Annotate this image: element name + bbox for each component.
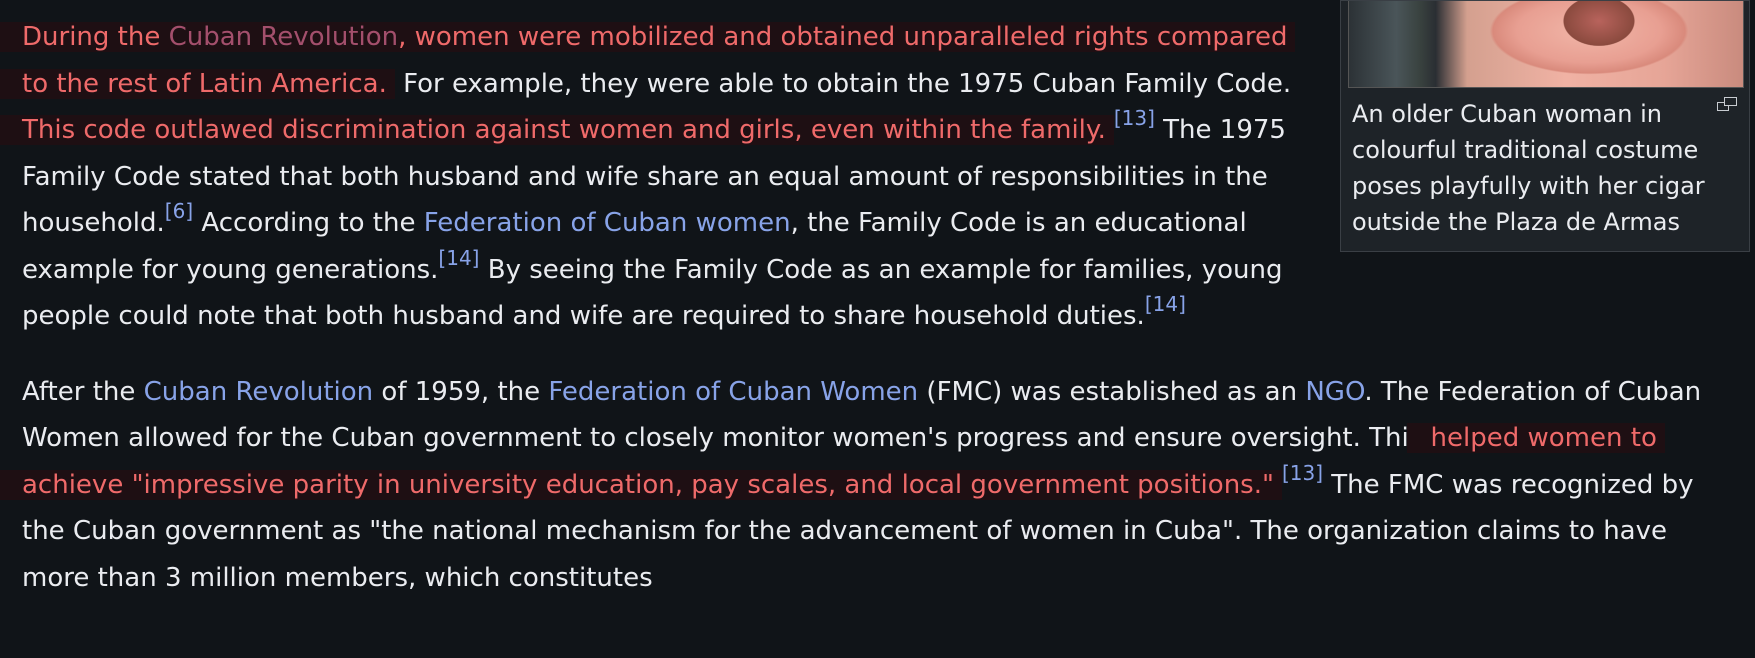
cuban-revolution-link-2[interactable]: Cuban Revolution: [144, 377, 374, 407]
ngo-link[interactable]: NGO: [1305, 377, 1364, 407]
citation-14: [14]: [438, 246, 479, 270]
p1-text-2: For example, they were able to obtain th…: [394, 68, 1292, 99]
citation-13b-link[interactable]: [13]: [1282, 461, 1323, 485]
federation-of-cuban-women-link[interactable]: Federation of Cuban women: [424, 208, 791, 238]
citation-13: [13]: [1114, 106, 1155, 130]
p1-text-3: This code outlawed discrimination agains…: [22, 115, 1106, 145]
thumbnail-figure: An older Cuban woman in colourful tradit…: [1340, 0, 1750, 252]
citation-6-link[interactable]: [6]: [165, 199, 193, 223]
p2-text-2: of 1959, the: [373, 376, 549, 407]
citation-13b: [13]: [1282, 461, 1323, 485]
figure-caption: An older Cuban woman in colourful tradit…: [1352, 100, 1705, 236]
p2-text-3: (FMC) was established as an: [918, 376, 1306, 407]
citation-14b: [14]: [1145, 292, 1186, 316]
cuban-revolution-link[interactable]: Cuban Revolution: [169, 22, 399, 52]
figure-image[interactable]: [1348, 1, 1744, 88]
p1-text-5: According to the: [193, 208, 424, 238]
p1-text-1: During the: [22, 22, 169, 52]
article-content: An older Cuban woman in colourful tradit…: [0, 0, 1750, 602]
citation-13-link[interactable]: [13]: [1114, 106, 1155, 130]
citation-6: [6]: [165, 199, 193, 223]
citation-14b-link[interactable]: [14]: [1145, 292, 1186, 316]
federation-of-cuban-women-link-2[interactable]: Federation of Cuban Women: [548, 377, 918, 407]
p2-text-1: After the: [22, 376, 144, 407]
enlarge-icon[interactable]: [1717, 97, 1737, 111]
highlight-2: This code outlawed discrimination agains…: [0, 115, 1114, 145]
paragraph-2: After the Cuban Revolution of 1959, the …: [0, 369, 1742, 602]
citation-14-link[interactable]: [14]: [438, 246, 479, 270]
